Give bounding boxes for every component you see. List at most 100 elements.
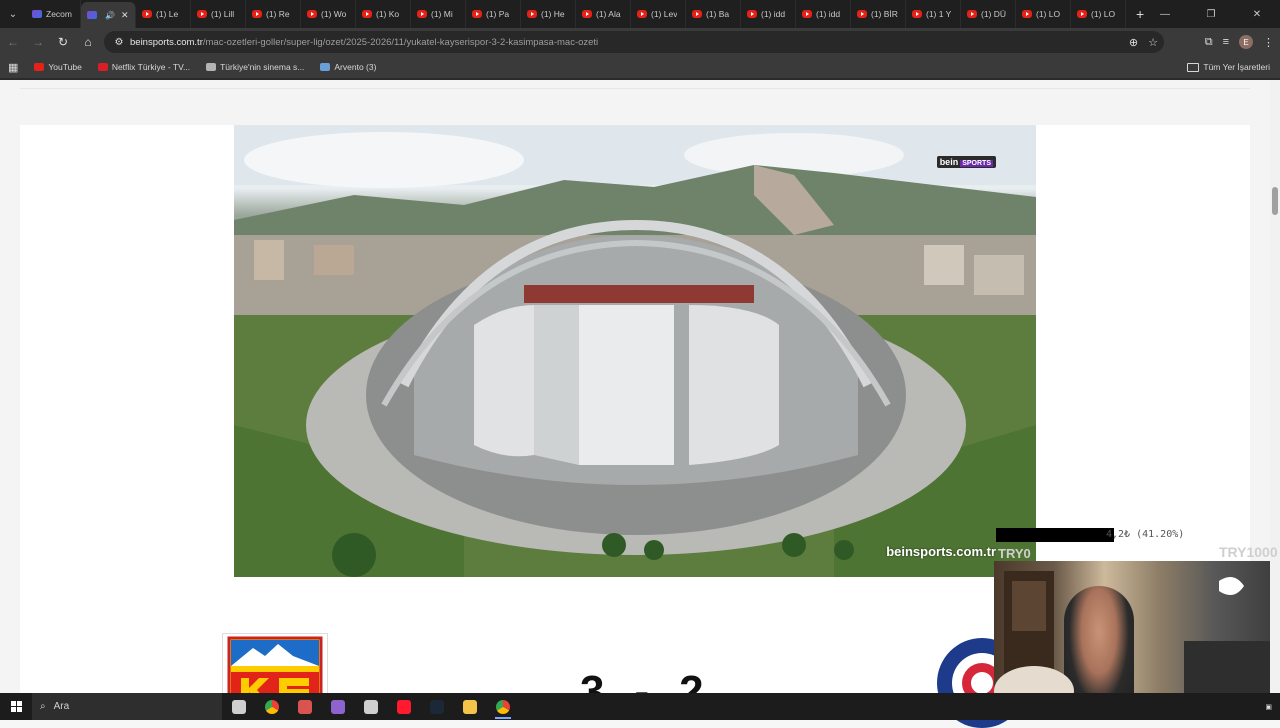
tab-label: (1) Pa xyxy=(486,9,510,19)
speaker-icon[interactable]: 🔊 xyxy=(105,11,115,20)
taskbar-app-copilot[interactable] xyxy=(321,693,354,720)
taskbar-app-chrome[interactable] xyxy=(255,693,288,720)
reload-button[interactable]: ↻ xyxy=(51,30,75,54)
taskbar-app-opera[interactable] xyxy=(387,693,420,720)
browser-tab[interactable]: (1) idd xyxy=(796,0,851,28)
video-player[interactable]: bein SPORTS beinsports.com.tr xyxy=(234,125,1036,577)
home-button[interactable]: ⌂ xyxy=(76,30,100,54)
close-window-icon[interactable]: ✕ xyxy=(1234,0,1280,28)
start-button[interactable] xyxy=(0,693,32,720)
webcam-scene xyxy=(994,571,1270,713)
browser-tab[interactable]: (1) BİR xyxy=(851,0,906,28)
browser-tab[interactable]: (1) DÜ xyxy=(961,0,1016,28)
browser-tab[interactable]: (1) Pa xyxy=(466,0,521,28)
youtube-icon xyxy=(472,10,482,18)
taskbar-search[interactable]: ⌕ Ara xyxy=(32,693,222,720)
taskbar-search-placeholder: Ara xyxy=(53,701,70,712)
minimize-icon[interactable]: — xyxy=(1142,0,1188,28)
all-bookmarks-label: Tüm Yer İşaretleri xyxy=(1203,62,1270,72)
restore-icon[interactable]: ❐ xyxy=(1188,0,1234,28)
tab-label: (1) idd xyxy=(816,9,841,19)
browser-tab[interactable]: 🔊 ✕ xyxy=(81,2,136,28)
tab-label: (1) LO xyxy=(1036,9,1061,19)
close-tab-icon[interactable]: ✕ xyxy=(121,10,129,21)
taskbar-app-steam[interactable] xyxy=(420,693,453,720)
bookmark-label: Netflix Türkiye - TV... xyxy=(111,62,191,72)
browser-tab[interactable]: (1) Wo xyxy=(301,0,356,28)
browser-tab[interactable]: (1) Ko xyxy=(356,0,411,28)
tab-search-icon[interactable]: ⌄ xyxy=(0,0,26,28)
all-bookmarks[interactable]: Tüm Yer İşaretleri xyxy=(1187,56,1270,78)
bookmark-item[interactable]: YouTube xyxy=(34,62,82,72)
channel-logo-main: bein xyxy=(939,157,959,167)
youtube-icon xyxy=(637,10,647,18)
bookmark-star-icon[interactable]: ☆ xyxy=(1148,36,1158,49)
tabs-list: Zecom 🔊 ✕ (1) Le (1) Lill (1) Re (1) Wo (1) Ko(… xyxy=(26,0,1126,28)
windows-taskbar: ⌕ Ara ▣ xyxy=(0,693,1280,720)
url-text[interactable]: beinsports.com.tr/mac-ozetleri-goller/su… xyxy=(130,37,598,48)
copilot-icon xyxy=(330,699,345,714)
forward-button[interactable]: → xyxy=(26,30,50,54)
zoom-icon[interactable]: ⊕ xyxy=(1129,36,1138,49)
goal-end-label: TRY1000 xyxy=(1219,544,1278,560)
browser-tab[interactable]: (1) Ala xyxy=(576,0,631,28)
tab-label: (1) Ba xyxy=(706,9,730,19)
media-controls-icon[interactable]: ≡ xyxy=(1223,36,1229,48)
bookmark-label: Türkiye'nin sinema s... xyxy=(220,62,305,72)
tab-label: (1) DÜ xyxy=(981,9,1007,19)
notification-icon[interactable]: ▣ xyxy=(1265,703,1272,711)
youtube-icon xyxy=(582,10,592,18)
system-tray: ▣ xyxy=(1265,693,1272,720)
tab-label: (1) Wo xyxy=(321,9,347,19)
bookmark-item[interactable]: Arvento (3) xyxy=(320,62,376,72)
back-button[interactable]: ← xyxy=(1,30,25,54)
donation-goal-text: 4,2₺ (41.20%) xyxy=(1106,529,1185,540)
youtube-icon xyxy=(802,10,812,18)
bookmark-favicon-icon xyxy=(34,63,45,71)
bookmark-favicon-icon xyxy=(97,63,108,71)
taskbar-app-photos[interactable] xyxy=(288,693,321,720)
bookmark-favicon-icon xyxy=(320,63,331,71)
browser-tab-strip: ⌄ Zecom 🔊 ✕ (1) Le (1) Lill (1) Re (1) Wo (1) K… xyxy=(0,0,1280,28)
browser-tab[interactable]: (1) LO xyxy=(1016,0,1071,28)
taskbar-app-task-view[interactable] xyxy=(222,693,255,720)
browser-tab[interactable]: (1) Le xyxy=(136,0,191,28)
browser-tab[interactable]: (1) 1 Y xyxy=(906,0,961,28)
taskbar-app-files[interactable] xyxy=(453,693,486,720)
browser-toolbar: ← → ↻ ⌂ ⚙ beinsports.com.tr/mac-ozetleri… xyxy=(0,28,1280,56)
apps-grid-icon[interactable]: ▦ xyxy=(8,61,18,74)
youtube-icon xyxy=(307,10,317,18)
tab-label: (1) Ala xyxy=(596,9,621,19)
page-scrollbar[interactable] xyxy=(1270,80,1280,693)
browser-tab[interactable]: (1) Re xyxy=(246,0,301,28)
toolbar-right: ⧉ ≡ E ⋮ xyxy=(1205,28,1274,56)
youtube-icon xyxy=(142,10,152,18)
browser-tab[interactable]: (1) Ba xyxy=(686,0,741,28)
bookmark-item[interactable]: Türkiye'nin sinema s... xyxy=(206,62,304,72)
profile-avatar[interactable]: E xyxy=(1239,35,1253,49)
folder-icon xyxy=(1187,62,1200,72)
extensions-icon[interactable]: ⧉ xyxy=(1205,36,1213,49)
address-bar[interactable]: ⚙ beinsports.com.tr/mac-ozetleri-goller/… xyxy=(104,31,1164,53)
menu-icon[interactable]: ⋮ xyxy=(1263,36,1274,49)
youtube-icon xyxy=(362,10,372,18)
browser-tab[interactable]: Zecom xyxy=(26,0,81,28)
browser-tab[interactable]: (1) Lev xyxy=(631,0,686,28)
browser-tab[interactable]: (1) Lill xyxy=(191,0,246,28)
browser-tab[interactable]: (1) Mi xyxy=(411,0,466,28)
tab-label: (1) idd xyxy=(761,9,786,19)
youtube-icon xyxy=(417,10,427,18)
taskbar-app-xbox[interactable] xyxy=(354,693,387,720)
browser-tab[interactable]: (1) He xyxy=(521,0,576,28)
site-info-icon[interactable]: ⚙ xyxy=(108,37,130,48)
youtube-icon xyxy=(252,10,262,18)
bookmark-item[interactable]: Netflix Türkiye - TV... xyxy=(97,62,191,72)
steam-icon xyxy=(429,699,444,714)
scrollbar-thumb[interactable] xyxy=(1272,187,1278,215)
tab-label: (1) Lill xyxy=(211,9,235,19)
chrome-active-icon xyxy=(495,699,510,714)
browser-tab[interactable]: (1) LO xyxy=(1071,0,1126,28)
files-icon xyxy=(462,699,477,714)
browser-tab[interactable]: (1) idd xyxy=(741,0,796,28)
taskbar-app-chrome-active[interactable] xyxy=(486,693,519,720)
